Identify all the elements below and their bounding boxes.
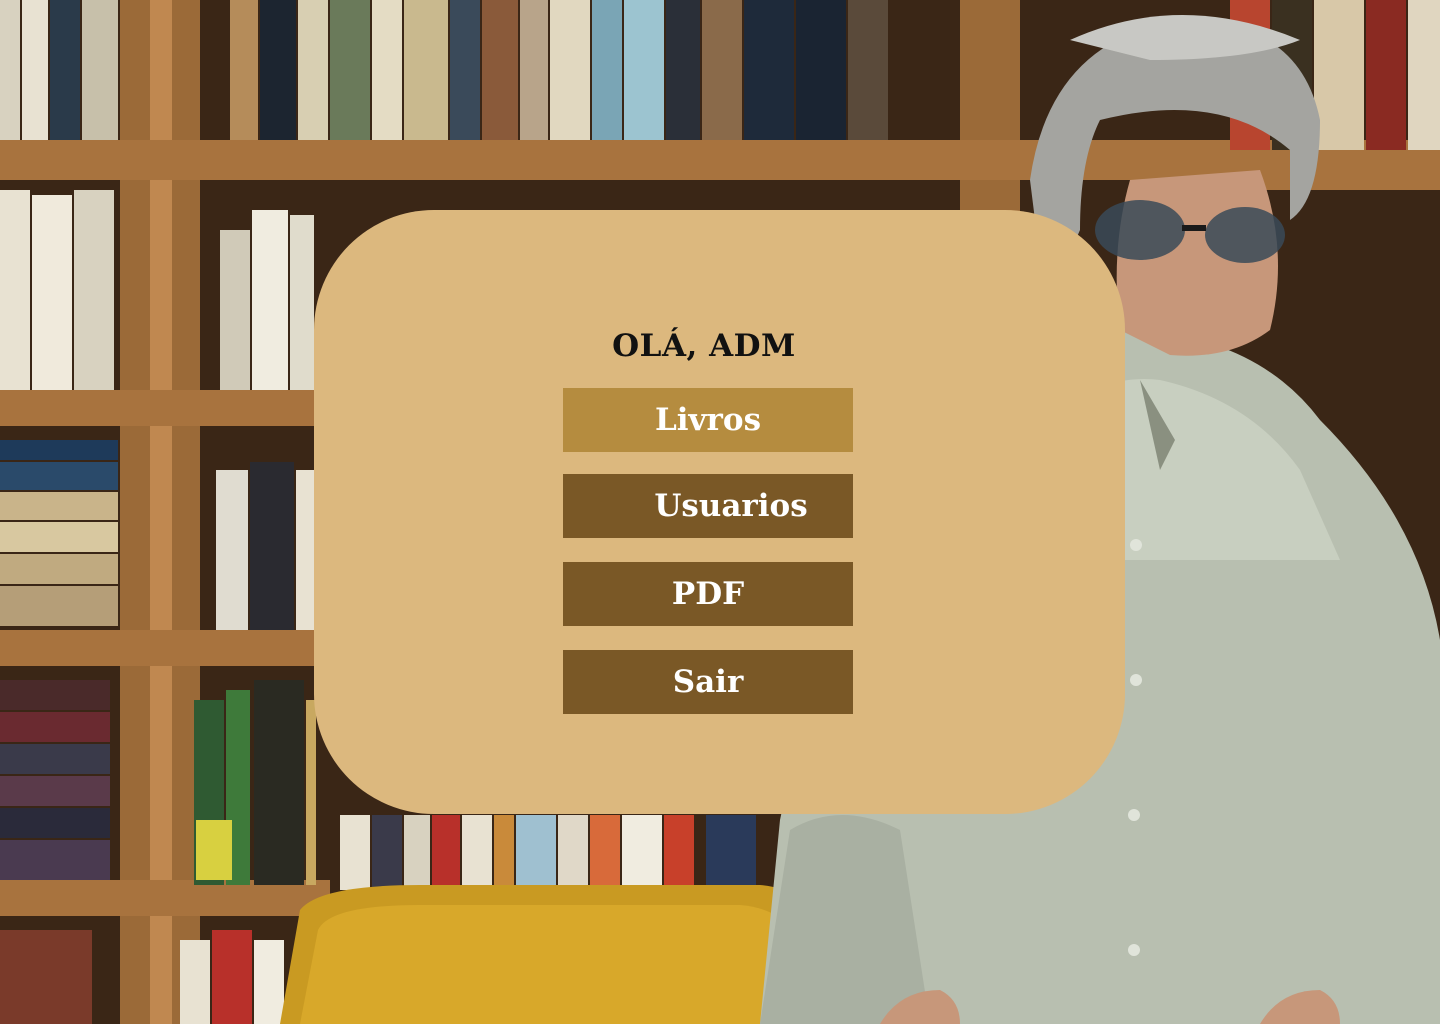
usuarios-button-label: Usuarios	[654, 488, 808, 524]
pdf-button-label: PDF	[671, 576, 745, 612]
pdf-button[interactable]: PDF	[563, 562, 853, 626]
livros-button[interactable]: Livros	[563, 388, 853, 452]
sair-button[interactable]: Sair	[563, 650, 853, 714]
usuarios-button[interactable]: Usuarios	[563, 474, 853, 538]
greeting-title: OLÁ, ADM	[612, 328, 796, 364]
admin-menu-panel: OLÁ, ADM Livros Usuarios PDF Sair	[314, 210, 1125, 814]
livros-button-label: Livros	[654, 402, 762, 438]
sair-button-label: Sair	[672, 664, 744, 700]
